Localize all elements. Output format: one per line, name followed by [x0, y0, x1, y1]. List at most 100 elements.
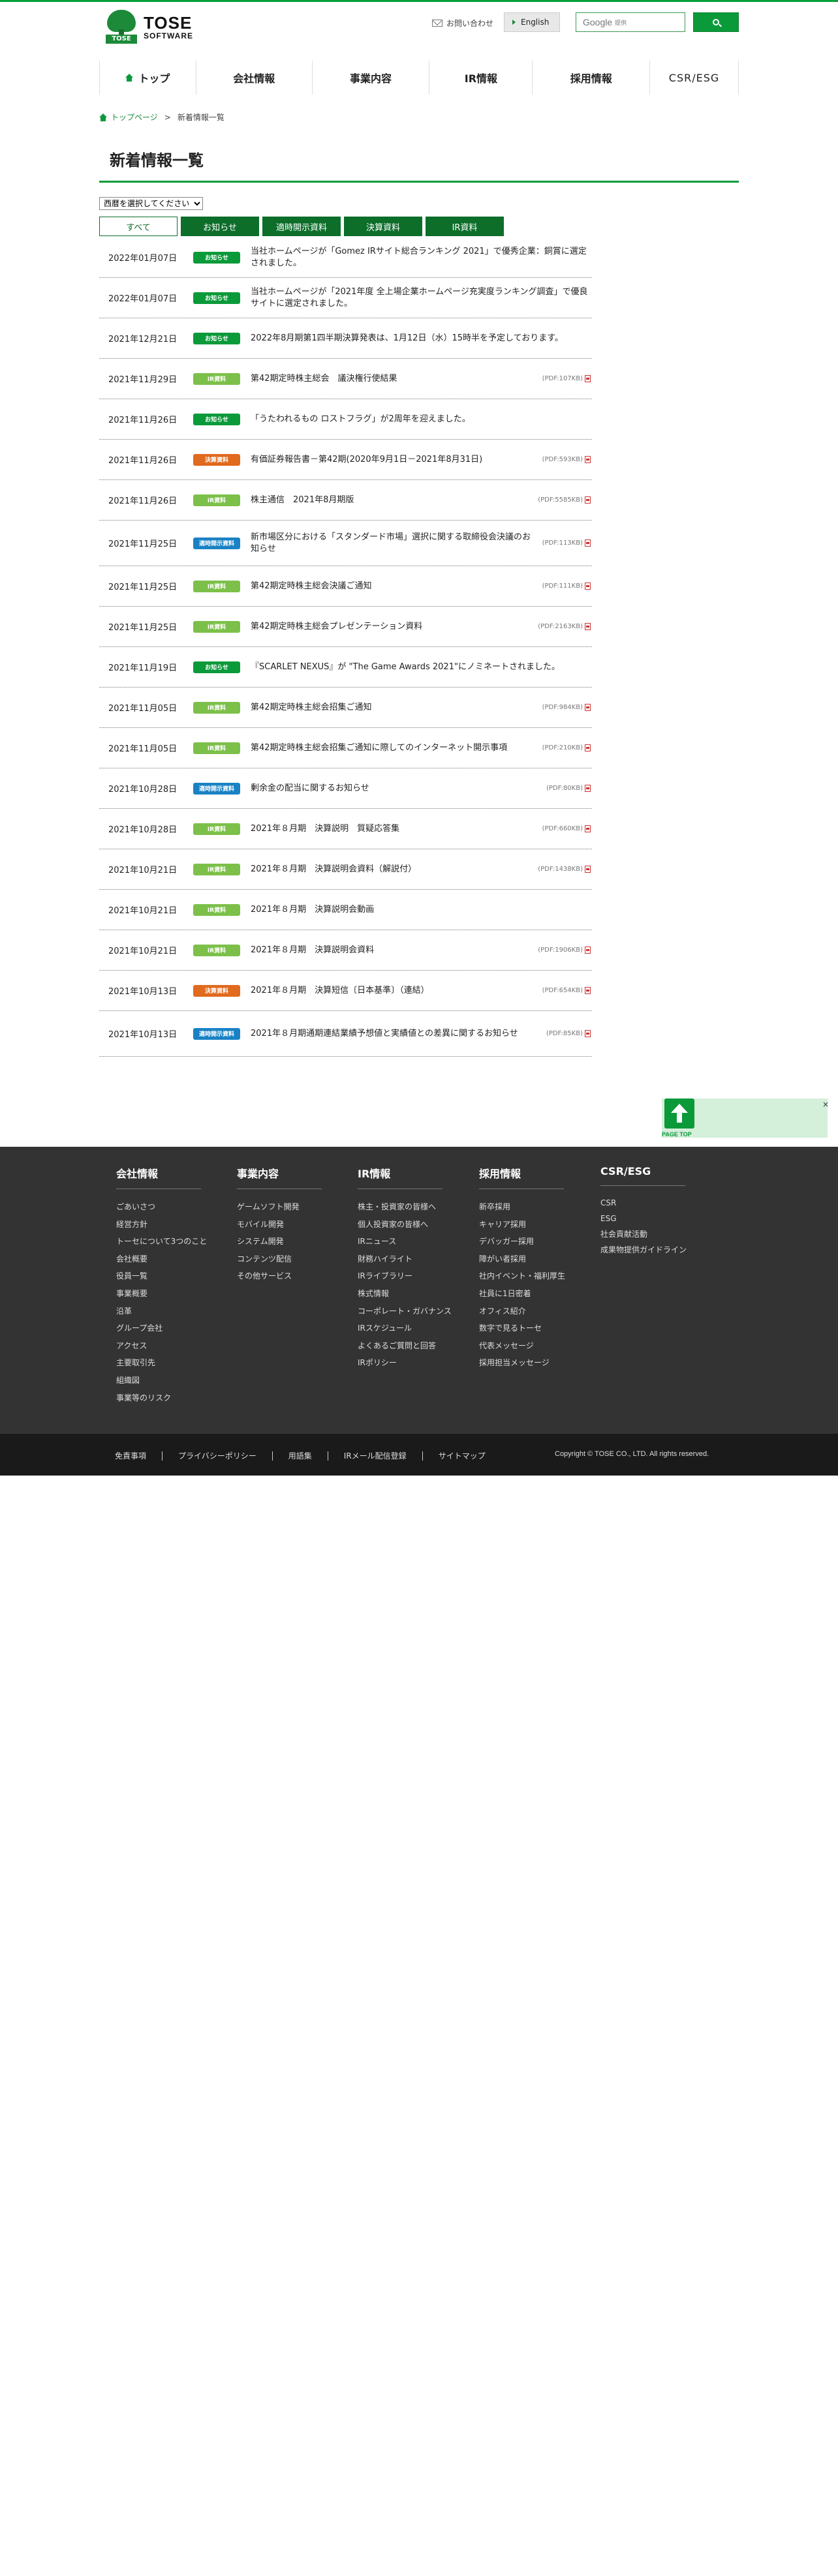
- footer-link[interactable]: モバイル開発: [237, 1216, 322, 1234]
- year-select[interactable]: 西暦を選択してください: [99, 197, 203, 210]
- footer-link[interactable]: 社員に1日密着: [479, 1285, 565, 1303]
- news-row[interactable]: 2022年01月07日 お知らせ 当社ホームページが「Gomez IRサイト総合ラン…: [99, 237, 592, 278]
- footer-link[interactable]: その他サービス: [237, 1267, 322, 1285]
- footer-link[interactable]: 株主・投資家の皆様へ: [358, 1198, 452, 1216]
- footer-link[interactable]: 経営方針: [116, 1216, 207, 1234]
- footer-link[interactable]: 役員一覧: [116, 1267, 207, 1285]
- news-row[interactable]: 2021年11月19日 お知らせ 『SCARLET NEXUS』が "The Gam…: [99, 647, 592, 688]
- footer-column-title[interactable]: 会社情報: [116, 1165, 201, 1189]
- nav-item-company[interactable]: 会社情報: [196, 61, 313, 95]
- news-title-link[interactable]: 第42期定時株主総会招集ご通知: [240, 702, 537, 714]
- footer-link[interactable]: ゲームソフト開発: [237, 1198, 322, 1216]
- footer-column-title[interactable]: 採用情報: [479, 1165, 564, 1189]
- page-top-button[interactable]: [664, 1099, 694, 1129]
- footer-column-title[interactable]: CSR/ESG: [600, 1165, 685, 1186]
- tab-ir[interactable]: IR資料: [426, 217, 504, 236]
- news-row[interactable]: 2021年10月28日 適時開示資料 剰余金の配当に関するお知らせ (PDF:80KB…: [99, 768, 592, 809]
- footer-bottom-link[interactable]: 用語集: [288, 1450, 312, 1461]
- footer-bottom-link[interactable]: プライバシーポリシー: [178, 1450, 256, 1461]
- news-row[interactable]: 2021年11月25日 適時開示資料 新市場区分における「スタンダード市場」選択に関…: [99, 521, 592, 566]
- news-title-link[interactable]: 2021年８月期 決算説明会動画: [240, 904, 592, 916]
- footer-link[interactable]: 社内イベント・福利厚生: [479, 1267, 565, 1285]
- news-title-link[interactable]: 第42期定時株主総会招集ご通知に際してのインターネット開示事項: [240, 742, 537, 754]
- nav-item-recruit[interactable]: 採用情報: [533, 61, 651, 95]
- breadcrumb-home-link[interactable]: トップページ: [111, 112, 158, 123]
- footer-link[interactable]: CSR: [600, 1195, 687, 1211]
- footer-link[interactable]: IRポリシー: [358, 1354, 452, 1372]
- news-row[interactable]: 2021年10月28日 IR資料 2021年８月期 決算説明 質疑応答集 (PDF:6…: [99, 809, 592, 849]
- news-title-link[interactable]: 2021年８月期 決算説明 質疑応答集: [240, 823, 537, 835]
- contact-link[interactable]: お問い合わせ: [432, 18, 493, 29]
- news-title-link[interactable]: 2021年８月期 決算短信〔日本基準〕（連結）: [240, 985, 537, 997]
- footer-link[interactable]: 組織図: [116, 1372, 207, 1389]
- news-title-link[interactable]: 剰余金の配当に関するお知らせ: [240, 783, 541, 795]
- site-logo[interactable]: TOSE TOSE SOFTWARE: [104, 10, 193, 44]
- footer-link[interactable]: 個人投資家の皆様へ: [358, 1216, 452, 1234]
- footer-link[interactable]: 沿革: [116, 1303, 207, 1320]
- search-input[interactable]: Google 提供: [576, 12, 685, 32]
- news-title-link[interactable]: 「うたわれるもの ロストフラグ」が2周年を迎えました。: [240, 414, 592, 425]
- news-row[interactable]: 2021年12月21日 お知らせ 2022年8月期第1四半期決算発表は、1月12日（…: [99, 318, 592, 359]
- news-title-link[interactable]: 2021年８月期 決算説明会資料: [240, 945, 533, 956]
- footer-link[interactable]: グループ会社: [116, 1320, 207, 1337]
- footer-link[interactable]: IRスケジュール: [358, 1320, 452, 1337]
- news-row[interactable]: 2021年11月26日 決算資料 有価証券報告書－第42期(2020年9月1日－20…: [99, 440, 592, 480]
- footer-link[interactable]: ESG: [600, 1211, 687, 1226]
- news-row[interactable]: 2021年11月25日 IR資料 第42期定時株主総会決議ご通知 (PDF:111KB…: [99, 566, 592, 607]
- footer-link[interactable]: 株式情報: [358, 1285, 452, 1303]
- news-row[interactable]: 2021年11月05日 IR資料 第42期定時株主総会招集ご通知に際してのインターネ…: [99, 728, 592, 768]
- footer-link[interactable]: オフィス紹介: [479, 1303, 565, 1320]
- footer-link[interactable]: システム開発: [237, 1233, 322, 1250]
- news-row[interactable]: 2021年11月26日 お知らせ 「うたわれるもの ロストフラグ」が2周年を迎えまし…: [99, 399, 592, 440]
- tab-news[interactable]: お知らせ: [181, 217, 259, 236]
- news-title-link[interactable]: 『SCARLET NEXUS』が "The Game Awards 2021"に…: [240, 661, 592, 673]
- footer-link[interactable]: 事業等のリスク: [116, 1389, 207, 1407]
- news-row[interactable]: 2021年10月13日 決算資料 2021年８月期 決算短信〔日本基準〕（連結） (P…: [99, 971, 592, 1011]
- footer-link[interactable]: 財務ハイライト: [358, 1250, 452, 1268]
- footer-link[interactable]: コーポレート・ガバナンス: [358, 1303, 452, 1320]
- nav-item-top[interactable]: トップ: [100, 61, 196, 95]
- footer-link[interactable]: 数字で見るトーセ: [479, 1320, 565, 1337]
- nav-item-ir[interactable]: IR情報: [429, 61, 533, 95]
- footer-column-title[interactable]: 事業内容: [237, 1165, 322, 1189]
- news-title-link[interactable]: 当社ホームページが「2021年度 全上場企業ホームページ充実度ランキング調査」で…: [240, 286, 592, 309]
- nav-item-business[interactable]: 事業内容: [313, 61, 430, 95]
- footer-link[interactable]: 代表メッセージ: [479, 1337, 565, 1355]
- footer-bottom-link[interactable]: 免責事項: [115, 1450, 146, 1461]
- news-row[interactable]: 2021年10月13日 適時開示資料 2021年８月期通期連結業績予想値と実績値との…: [99, 1011, 592, 1057]
- footer-link[interactable]: 新卒採用: [479, 1198, 565, 1216]
- news-title-link[interactable]: 株主通信 2021年8月期版: [240, 494, 533, 506]
- tab-financial[interactable]: 決算資料: [344, 217, 422, 236]
- news-title-link[interactable]: 第42期定時株主総会決議ご通知: [240, 581, 537, 592]
- footer-link[interactable]: 社会貢献活動: [600, 1226, 687, 1242]
- footer-link[interactable]: トーセについて3つのこと: [116, 1233, 207, 1250]
- news-row[interactable]: 2021年11月25日 IR資料 第42期定時株主総会プレゼンテーション資料 (PDF…: [99, 607, 592, 647]
- footer-link[interactable]: 主要取引先: [116, 1354, 207, 1372]
- news-row[interactable]: 2021年10月21日 IR資料 2021年８月期 決算説明会資料 (PDF:1906…: [99, 930, 592, 971]
- news-row[interactable]: 2021年11月26日 IR資料 株主通信 2021年8月期版 (PDF:5585KB…: [99, 480, 592, 521]
- footer-link[interactable]: 事業概要: [116, 1285, 207, 1303]
- footer-link[interactable]: デバッガー採用: [479, 1233, 565, 1250]
- tab-timely-disclosure[interactable]: 適時開示資料: [262, 217, 341, 236]
- news-row[interactable]: 2021年10月21日 IR資料 2021年８月期 決算説明会資料（解説付） (PDF…: [99, 849, 592, 890]
- footer-column-title[interactable]: IR情報: [358, 1165, 442, 1189]
- tab-all[interactable]: すべて: [99, 217, 178, 236]
- footer-link[interactable]: コンテンツ配信: [237, 1250, 322, 1268]
- footer-bottom-link[interactable]: サイトマップ: [439, 1450, 486, 1461]
- news-title-link[interactable]: 第42期定時株主総会 議決権行使結果: [240, 373, 537, 385]
- footer-link[interactable]: IRライブラリー: [358, 1267, 452, 1285]
- footer-link[interactable]: 採用担当メッセージ: [479, 1354, 565, 1372]
- news-title-link[interactable]: 当社ホームページが「Gomez IRサイト総合ランキング 2021」で優秀企業：…: [240, 246, 592, 269]
- nav-item-csr[interactable]: CSR/ESG: [650, 61, 739, 95]
- footer-link[interactable]: 障がい者採用: [479, 1250, 565, 1268]
- search-button[interactable]: [693, 12, 739, 32]
- news-title-link[interactable]: 第42期定時株主総会プレゼンテーション資料: [240, 621, 533, 633]
- news-title-link[interactable]: 新市場区分における「スタンダード市場」選択に関する取締役会決議のお知らせ: [240, 532, 537, 554]
- footer-link[interactable]: アクセス: [116, 1337, 207, 1355]
- footer-link[interactable]: よくあるご質問と回答: [358, 1337, 452, 1355]
- footer-bottom-link[interactable]: IRメール配信登録: [344, 1450, 407, 1461]
- english-button[interactable]: English: [504, 12, 560, 32]
- footer-link[interactable]: キャリア採用: [479, 1216, 565, 1234]
- news-title-link[interactable]: 2022年8月期第1四半期決算発表は、1月12日（水）15時半を予定しております…: [240, 333, 592, 344]
- news-row[interactable]: 2021年11月29日 IR資料 第42期定時株主総会 議決権行使結果 (PDF:10…: [99, 359, 592, 399]
